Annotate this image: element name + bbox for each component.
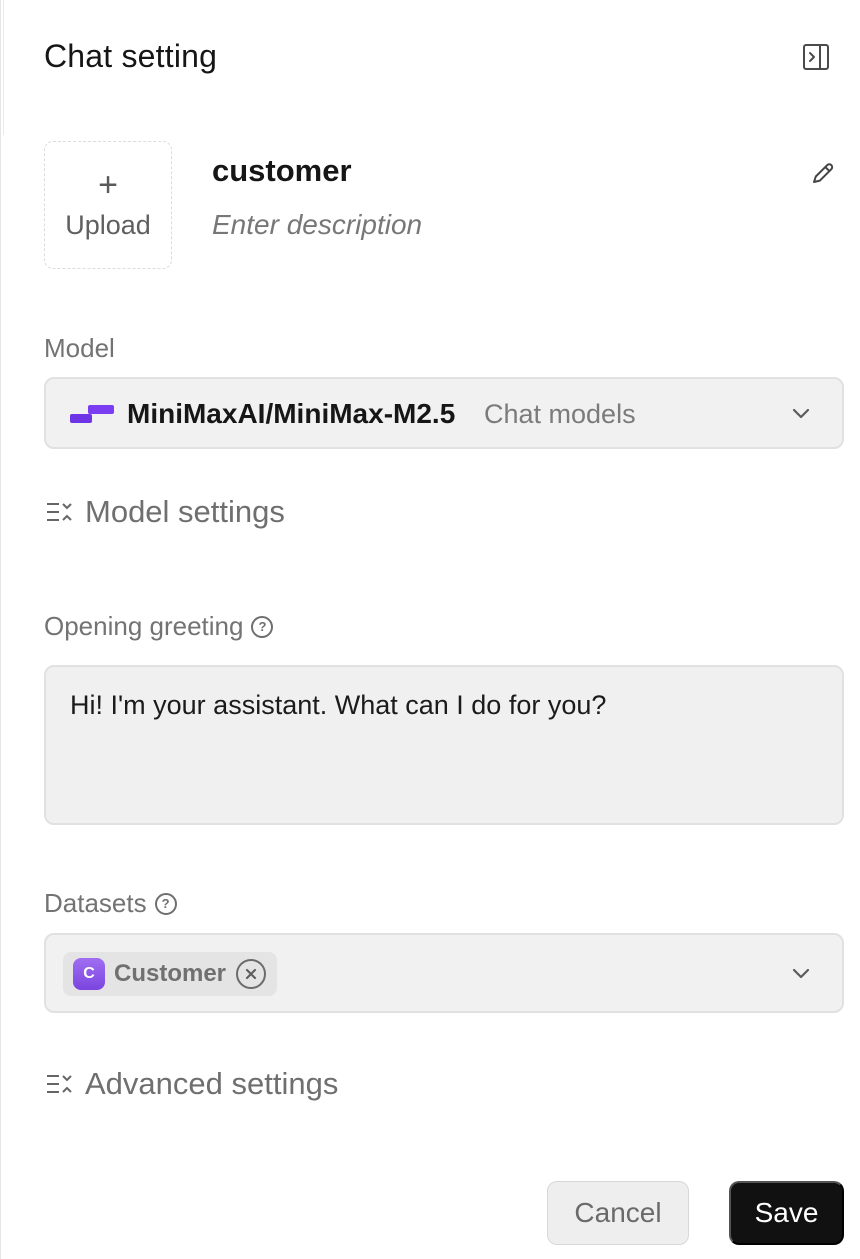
settings-list-icon [47, 1075, 72, 1093]
edit-name-button[interactable] [805, 157, 839, 191]
panel-edge [1, 0, 4, 135]
opening-greeting-label: Opening greeting ? [44, 611, 274, 642]
model-settings-label: Model settings [85, 494, 285, 529]
opening-greeting-label-text: Opening greeting [44, 611, 244, 641]
pencil-icon [813, 163, 834, 183]
advanced-settings-label: Advanced settings [85, 1066, 339, 1101]
question-circle-icon[interactable]: ? [251, 615, 274, 638]
dataset-avatar: C [73, 958, 105, 990]
dataset-name: Customer [114, 960, 227, 987]
model-select[interactable]: MiniMaxAI/MiniMax-M2.5 Chat models [44, 377, 844, 449]
chevron-down-icon [792, 408, 810, 419]
plus-icon: + [98, 165, 118, 204]
model-settings-toggle[interactable]: Model settings [45, 494, 285, 530]
panel-title: Chat setting [44, 38, 218, 74]
upload-label: Upload [65, 209, 151, 240]
chevron-down-icon [792, 968, 810, 979]
model-label: Model [44, 333, 115, 364]
question-circle-icon[interactable]: ? [154, 892, 177, 915]
selected-model-name: MiniMaxAI/MiniMax-M2.5 [127, 398, 456, 429]
opening-greeting-input[interactable]: Hi! I'm your assistant. What can I do fo… [44, 665, 844, 825]
chat-setting-panel: Chat setting + Upload customer Enter des… [0, 0, 860, 1259]
collapse-panel-button[interactable] [801, 42, 831, 72]
datasets-select[interactable]: C Customer [44, 933, 844, 1013]
avatar-upload-button[interactable]: + Upload [44, 141, 172, 269]
selected-model-type: Chat models [484, 399, 636, 429]
cancel-button[interactable]: Cancel [547, 1181, 689, 1245]
assistant-description-input[interactable]: Enter description [212, 209, 422, 241]
panel-collapse-icon [803, 44, 829, 70]
save-button[interactable]: Save [729, 1181, 844, 1245]
datasets-label: Datasets ? [44, 888, 177, 919]
minimax-logo-icon [70, 405, 114, 423]
model-label-text: Model [44, 333, 115, 363]
assistant-name[interactable]: customer [212, 153, 352, 189]
remove-dataset-button[interactable] [236, 959, 267, 989]
close-circle-icon [245, 968, 257, 980]
advanced-settings-toggle[interactable]: Advanced settings [45, 1066, 338, 1102]
dataset-chip[interactable]: C Customer [63, 952, 277, 996]
datasets-label-text: Datasets [44, 888, 147, 918]
settings-list-icon [47, 503, 72, 521]
